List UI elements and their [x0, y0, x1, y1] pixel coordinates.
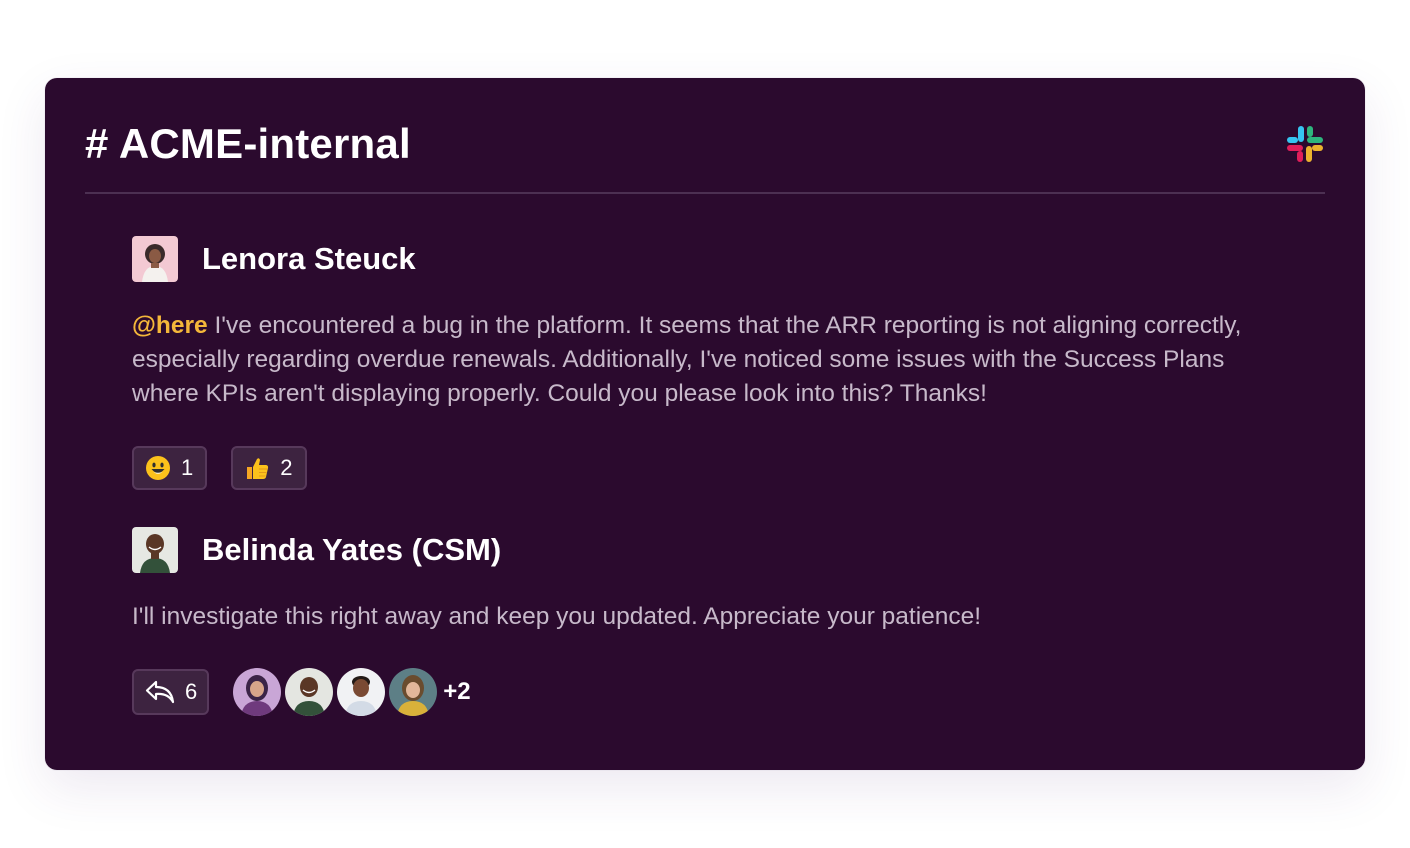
thread-summary: 6 +2	[132, 668, 471, 716]
message-author-row: Belinda Yates (CSM)	[132, 527, 1295, 573]
smiley-face-icon	[146, 456, 170, 480]
author-name[interactable]: Belinda Yates (CSM)	[202, 531, 501, 569]
more-participants-count: +2	[443, 678, 471, 705]
replies-button[interactable]: 6	[132, 669, 210, 715]
participant-avatar	[389, 668, 438, 716]
reply-count: 6	[185, 679, 198, 704]
reaction-count: 1	[181, 455, 194, 480]
author-name[interactable]: Lenora Steuck	[202, 240, 416, 278]
participant-avatar	[285, 668, 334, 716]
channel-title[interactable]: # ACME-internal	[85, 118, 411, 170]
message-author-row: Lenora Steuck	[132, 236, 1295, 282]
message-lenora: Lenora Steuck @here I've encountered a b…	[132, 236, 1295, 490]
message-body: I'll investigate this right away and kee…	[132, 603, 982, 630]
message-body: @here I've encountered a bug in the plat…	[132, 309, 1295, 411]
thumbs-up-icon	[247, 458, 269, 479]
reaction-thumbs-up[interactable]: 2	[231, 446, 307, 490]
participant-avatar	[337, 668, 386, 716]
message-belinda: Belinda Yates (CSM) I'll investigate thi…	[132, 527, 1295, 716]
avatar[interactable]	[132, 527, 178, 573]
channel-header: # ACME-internal	[85, 78, 1325, 194]
reply-arrow-icon	[145, 680, 175, 704]
slack-channel-card: # ACME-internal Lenora Steuck @here I've…	[45, 78, 1365, 770]
message-text: I've encountered a bug in the platform. …	[132, 312, 1242, 407]
avatar[interactable]	[132, 236, 178, 282]
here-mention[interactable]: @here	[132, 312, 208, 339]
reaction-count: 2	[280, 455, 293, 480]
reaction-smiley[interactable]: 1	[132, 446, 208, 490]
reactions-bar: 1 2	[132, 446, 307, 490]
slack-logo-icon	[1287, 126, 1323, 162]
participant-avatar	[233, 668, 282, 716]
thread-participants[interactable]: +2	[233, 668, 471, 716]
